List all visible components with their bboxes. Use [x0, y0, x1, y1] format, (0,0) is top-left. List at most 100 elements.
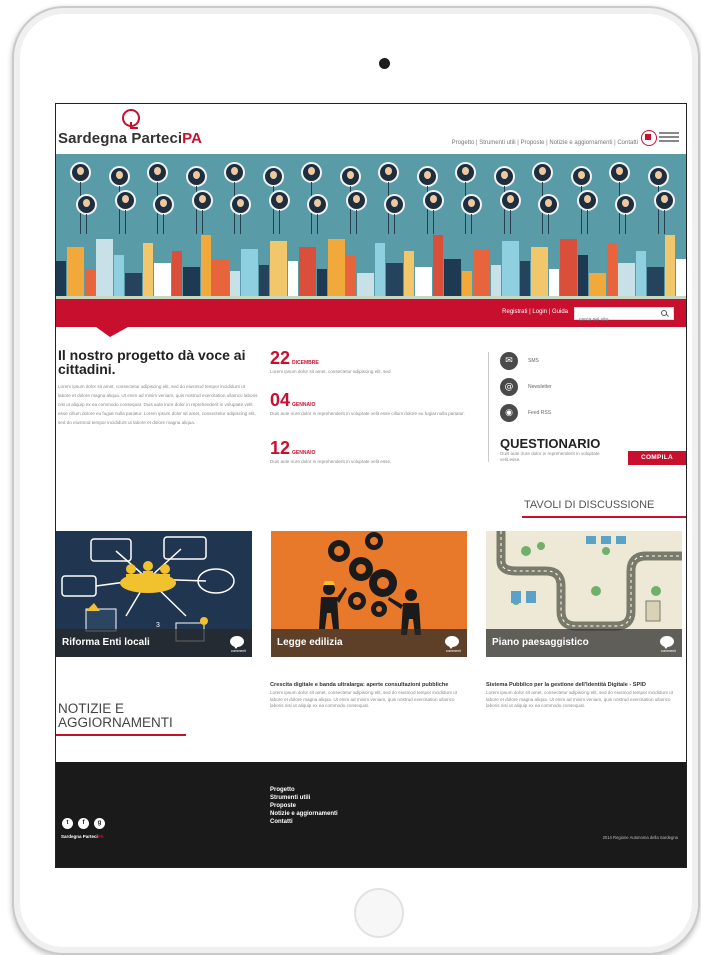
city-building — [618, 263, 635, 299]
home-button[interactable] — [354, 888, 404, 938]
camera — [379, 58, 390, 69]
city-building — [56, 261, 66, 299]
redbar-tab — [96, 327, 128, 337]
search-box[interactable] — [574, 307, 674, 325]
balloon-string — [163, 214, 164, 234]
footer-link[interactable]: Contatti — [270, 818, 338, 826]
footer-link[interactable]: Strumenti utili — [270, 794, 338, 802]
svg-text:3: 3 — [156, 622, 160, 629]
event-month: GENNAIO — [292, 450, 316, 456]
city-building — [415, 267, 432, 299]
news-item[interactable]: Crescita digitale e banda ultralarga: ap… — [270, 682, 466, 710]
citizen-avatar-icon — [378, 162, 399, 183]
footer-link[interactable]: Notizie e aggiornamenti — [270, 810, 338, 818]
city-building — [317, 269, 327, 299]
citizen-avatar-icon — [114, 190, 136, 211]
site-header: Sardegna ParteciPA Progetto | Strumenti … — [56, 104, 686, 154]
citizen-avatar-icon — [647, 166, 669, 187]
citizen-avatar-icon — [147, 162, 168, 183]
news-body: Lorem ipsum dolor sit amet, consectetur … — [270, 690, 457, 709]
citizen-avatar-icon — [493, 166, 515, 187]
comments-label: commenti — [660, 649, 676, 653]
social-link-newsletter[interactable]: @ Newsletter — [500, 378, 620, 398]
balloon-string — [663, 210, 665, 234]
notizie-title-line1: NOTIZIE E — [58, 701, 125, 716]
news-title[interactable]: Sistema Pubblico per la gestione dell'Id… — [486, 682, 682, 688]
citizen-avatar-icon — [416, 166, 438, 187]
event-month: GENNAIO — [292, 402, 316, 408]
city-building — [85, 269, 95, 299]
tavoli-underline — [522, 516, 686, 518]
city-building — [444, 259, 461, 299]
citizen-avatar-icon — [185, 166, 207, 187]
city-building — [520, 261, 530, 299]
citizen-avatar-icon — [307, 194, 328, 215]
social-link-rss[interactable]: ◉ Feed RSS — [500, 404, 620, 424]
city-building — [549, 269, 559, 299]
facebook-icon[interactable]: f — [78, 818, 89, 829]
event-item[interactable]: 22 DICEMBRE Lorem ipsum dolor sit amet, c… — [270, 348, 470, 375]
user-links[interactable]: Registrati | Login | Guida — [502, 309, 568, 315]
comments-icon[interactable] — [230, 636, 244, 649]
citizen-avatar-icon — [384, 194, 405, 215]
googleplus-icon[interactable]: g — [94, 818, 105, 829]
region-emblem-icon[interactable] — [641, 130, 681, 148]
city-building — [473, 249, 490, 299]
search-icon[interactable] — [661, 310, 667, 316]
city-building — [241, 249, 258, 299]
footer-brand: Sardegna ParteciPA — [61, 834, 104, 839]
city-building — [230, 271, 240, 299]
discussion-card[interactable]: 3 Riforma Enti locali commenti — [56, 531, 252, 657]
balloon-string — [625, 214, 626, 234]
citizen-avatar-icon — [538, 194, 559, 215]
comments-label: commenti — [230, 649, 246, 653]
balloon-string — [317, 214, 318, 234]
compila-button[interactable]: COMPILA — [628, 451, 686, 465]
logo-accent-text: PA — [182, 130, 203, 147]
event-desc: Duis aute irure dolor in reprehenderit i… — [270, 459, 392, 464]
city-building — [172, 251, 182, 299]
notizie-underline — [56, 734, 186, 736]
news-body: Lorem ipsum dolor sit amet, consectetur … — [486, 690, 673, 709]
event-item[interactable]: 12 GENNAIO Duis aute irure dolor in repre… — [270, 438, 470, 465]
discussion-card[interactable]: Legge edilizia commenti — [271, 531, 467, 657]
citizen-avatar-icon — [532, 162, 553, 183]
tavoli-title: TAVOLI DI DISCUSSIONE — [524, 499, 655, 511]
citizen-avatar-icon — [615, 194, 636, 215]
city-building — [375, 243, 385, 299]
city-building — [462, 271, 472, 299]
social-link-sms[interactable]: ✉ SMS — [500, 352, 620, 372]
balloon-string — [394, 214, 395, 234]
balloon-string — [124, 210, 126, 234]
citizen-avatar-icon — [499, 190, 521, 211]
social-label: Feed RSS — [528, 410, 552, 416]
footer-link[interactable]: Proposte — [270, 802, 338, 810]
top-navigation[interactable]: Progetto | Strumenti utili | Proposte | … — [452, 140, 638, 146]
twitter-icon[interactable]: t — [62, 818, 73, 829]
discussion-card[interactable]: Piano paesaggistico commenti — [486, 531, 682, 657]
balloon-string — [86, 214, 87, 234]
citizen-avatar-icon — [576, 190, 598, 211]
news-item[interactable]: Sistema Pubblico per la gestione dell'Id… — [486, 682, 682, 710]
city-building — [502, 241, 519, 299]
questionario-title: QUESTIONARIO — [500, 436, 601, 451]
card-caption: Riforma Enti locali — [56, 629, 252, 657]
city-building — [299, 247, 316, 299]
city-building — [531, 247, 548, 299]
sms-icon: ✉ — [500, 352, 518, 370]
city-building — [154, 263, 171, 299]
site-logo[interactable]: Sardegna ParteciPA — [58, 130, 202, 147]
notizie-title-line2: AGGIORNAMENTI — [58, 715, 173, 730]
footer-link[interactable]: Progetto — [270, 786, 338, 794]
balloon-string — [432, 210, 434, 234]
citizen-avatar-icon — [461, 194, 482, 215]
comments-icon[interactable] — [445, 636, 459, 649]
event-item[interactable]: 04 GENNAIO Duis aute irure dolor in repre… — [270, 390, 470, 417]
search-input[interactable] — [575, 315, 653, 325]
site-footer: t f g Sardegna ParteciPA Progetto Strume… — [56, 762, 686, 867]
social-label: SMS — [528, 358, 539, 364]
comments-icon[interactable] — [660, 636, 674, 649]
news-title[interactable]: Crescita digitale e banda ultralarga: ap… — [270, 682, 466, 688]
event-day: 12 — [270, 438, 291, 458]
newsletter-icon: @ — [500, 378, 518, 396]
